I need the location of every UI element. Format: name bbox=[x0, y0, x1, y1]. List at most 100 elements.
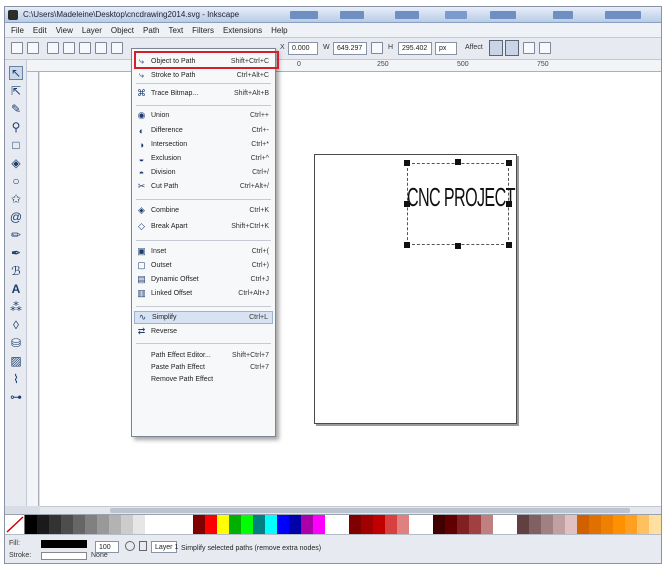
menu-object[interactable]: Object bbox=[111, 26, 134, 35]
color-swatch[interactable] bbox=[517, 515, 529, 534]
color-swatch[interactable] bbox=[37, 515, 49, 534]
spiral-tool-icon[interactable]: @ bbox=[9, 210, 23, 224]
raise-icon[interactable] bbox=[111, 42, 123, 54]
color-swatch[interactable] bbox=[457, 515, 469, 534]
color-swatch[interactable] bbox=[241, 515, 253, 534]
3d-box-tool-icon[interactable]: ◈ bbox=[9, 156, 23, 170]
ellipse-tool-icon[interactable]: ○ bbox=[9, 174, 23, 188]
menu-edit[interactable]: Edit bbox=[33, 26, 47, 35]
color-swatch[interactable] bbox=[181, 515, 193, 534]
color-swatch[interactable] bbox=[217, 515, 229, 534]
menu-item-remove-path-effect[interactable]: Remove Path Effect bbox=[134, 373, 273, 386]
x-field[interactable]: 0.000 bbox=[288, 42, 318, 55]
color-swatch[interactable] bbox=[73, 515, 85, 534]
color-swatch[interactable] bbox=[529, 515, 541, 534]
menu-item-intersection[interactable]: ◑ Intersection Ctrl+* bbox=[134, 138, 273, 151]
menu-item-combine[interactable]: ◈ Combine Ctrl+K bbox=[134, 204, 273, 217]
color-swatch[interactable] bbox=[313, 515, 325, 534]
color-swatch[interactable] bbox=[229, 515, 241, 534]
scale-handle[interactable] bbox=[506, 201, 512, 207]
color-swatch[interactable] bbox=[445, 515, 457, 534]
color-swatch[interactable] bbox=[145, 515, 157, 534]
color-swatch[interactable] bbox=[613, 515, 625, 534]
color-swatch[interactable] bbox=[253, 515, 265, 534]
menu-item-outset[interactable]: ▢ Outset Ctrl+) bbox=[134, 259, 273, 272]
menu-view[interactable]: View bbox=[56, 26, 73, 35]
layer-select[interactable]: Layer 1 bbox=[151, 541, 178, 553]
menu-help[interactable]: Help bbox=[271, 26, 287, 35]
scale-handle[interactable] bbox=[404, 201, 410, 207]
color-swatch[interactable] bbox=[505, 515, 517, 534]
lock-icon[interactable] bbox=[139, 541, 147, 551]
color-swatch[interactable] bbox=[433, 515, 445, 534]
menu-extensions[interactable]: Extensions bbox=[223, 26, 262, 35]
selector-tool-icon[interactable]: ↖ bbox=[9, 66, 23, 80]
menu-item-dynamic-offset[interactable]: ▤ Dynamic Offset Ctrl+J bbox=[134, 273, 273, 286]
menu-item-inset[interactable]: ▣ Inset Ctrl+( bbox=[134, 245, 273, 258]
w-field[interactable]: 649.297 bbox=[333, 42, 367, 55]
bucket-fill-tool-icon[interactable]: ⛁ bbox=[9, 336, 23, 350]
flip-horizontal-icon[interactable] bbox=[79, 42, 91, 54]
menu-item-union[interactable]: ◉ Union Ctrl++ bbox=[134, 109, 273, 122]
color-swatch[interactable] bbox=[193, 515, 205, 534]
color-swatch[interactable] bbox=[133, 515, 145, 534]
lock-ratio-icon[interactable] bbox=[371, 42, 383, 54]
scale-handle[interactable] bbox=[506, 242, 512, 248]
pen-tool-icon[interactable]: ✒ bbox=[9, 246, 23, 260]
eraser-tool-icon[interactable]: ◊ bbox=[9, 318, 23, 332]
rotate-cw-icon[interactable] bbox=[63, 42, 75, 54]
select-all-icon[interactable] bbox=[11, 42, 23, 54]
menu-path[interactable]: Path bbox=[143, 26, 159, 35]
scale-handle[interactable] bbox=[506, 160, 512, 166]
move-gradients-icon[interactable] bbox=[523, 42, 535, 54]
zoom-tool-icon[interactable]: ⚲ bbox=[9, 120, 23, 134]
color-swatch[interactable] bbox=[121, 515, 133, 534]
color-swatch[interactable] bbox=[301, 515, 313, 534]
scale-handle[interactable] bbox=[404, 160, 410, 166]
color-swatch[interactable] bbox=[157, 515, 169, 534]
menu-item-linked-offset[interactable]: ▥ Linked Offset Ctrl+Alt+J bbox=[134, 287, 273, 300]
color-swatch[interactable] bbox=[325, 515, 337, 534]
menu-item-division[interactable]: ◓ Division Ctrl+/ bbox=[134, 166, 273, 179]
color-swatch[interactable] bbox=[553, 515, 565, 534]
text-tool-icon[interactable]: A bbox=[9, 282, 23, 296]
color-swatch[interactable] bbox=[589, 515, 601, 534]
menu-layer[interactable]: Layer bbox=[82, 26, 102, 35]
no-paint-swatch[interactable] bbox=[5, 515, 25, 534]
color-swatch[interactable] bbox=[373, 515, 385, 534]
menu-item-difference[interactable]: ◐ Difference Ctrl+- bbox=[134, 124, 273, 137]
color-swatch[interactable] bbox=[289, 515, 301, 534]
menu-text[interactable]: Text bbox=[169, 26, 184, 35]
menu-item-simplify[interactable]: ∿ Simplify Ctrl+L bbox=[134, 311, 273, 324]
menu-file[interactable]: File bbox=[11, 26, 24, 35]
menu-item-break-apart[interactable]: ◇ Break Apart Shift+Ctrl+K bbox=[134, 220, 273, 233]
color-swatch[interactable] bbox=[349, 515, 361, 534]
horizontal-scrollbar[interactable] bbox=[40, 506, 661, 514]
color-swatch[interactable] bbox=[577, 515, 589, 534]
star-tool-icon[interactable]: ✩ bbox=[9, 192, 23, 206]
opacity-field[interactable]: 100 bbox=[95, 541, 119, 553]
visibility-eye-icon[interactable] bbox=[125, 541, 135, 551]
color-swatch[interactable] bbox=[541, 515, 553, 534]
dropper-tool-icon[interactable]: ⌇ bbox=[9, 372, 23, 386]
horizontal-ruler[interactable]: 0 250 500 750 bbox=[27, 60, 661, 72]
scale-stroke-toggle[interactable] bbox=[489, 40, 503, 56]
scale-corners-toggle[interactable] bbox=[505, 40, 519, 56]
cnc-project-text[interactable]: CNC PROJECT bbox=[407, 163, 515, 231]
menu-item-object-to-path[interactable]: ⤷ Object to Path Shift+Ctrl+C bbox=[134, 55, 273, 68]
pencil-tool-icon[interactable]: ✏ bbox=[9, 228, 23, 242]
menu-item-stroke-to-path[interactable]: ⤷ Stroke to Path Ctrl+Alt+C bbox=[134, 69, 273, 82]
fill-indicator[interactable] bbox=[41, 540, 87, 548]
color-swatch[interactable] bbox=[49, 515, 61, 534]
move-patterns-icon[interactable] bbox=[539, 42, 551, 54]
color-swatch[interactable] bbox=[637, 515, 649, 534]
rectangle-tool-icon[interactable]: □ bbox=[9, 138, 23, 152]
color-swatch[interactable] bbox=[61, 515, 73, 534]
color-swatch[interactable] bbox=[409, 515, 421, 534]
color-swatch[interactable] bbox=[649, 515, 661, 534]
select-all-layers-icon[interactable] bbox=[27, 42, 39, 54]
scale-handle[interactable] bbox=[455, 243, 461, 249]
color-swatch[interactable] bbox=[361, 515, 373, 534]
color-swatch[interactable] bbox=[109, 515, 121, 534]
scale-handle[interactable] bbox=[404, 242, 410, 248]
